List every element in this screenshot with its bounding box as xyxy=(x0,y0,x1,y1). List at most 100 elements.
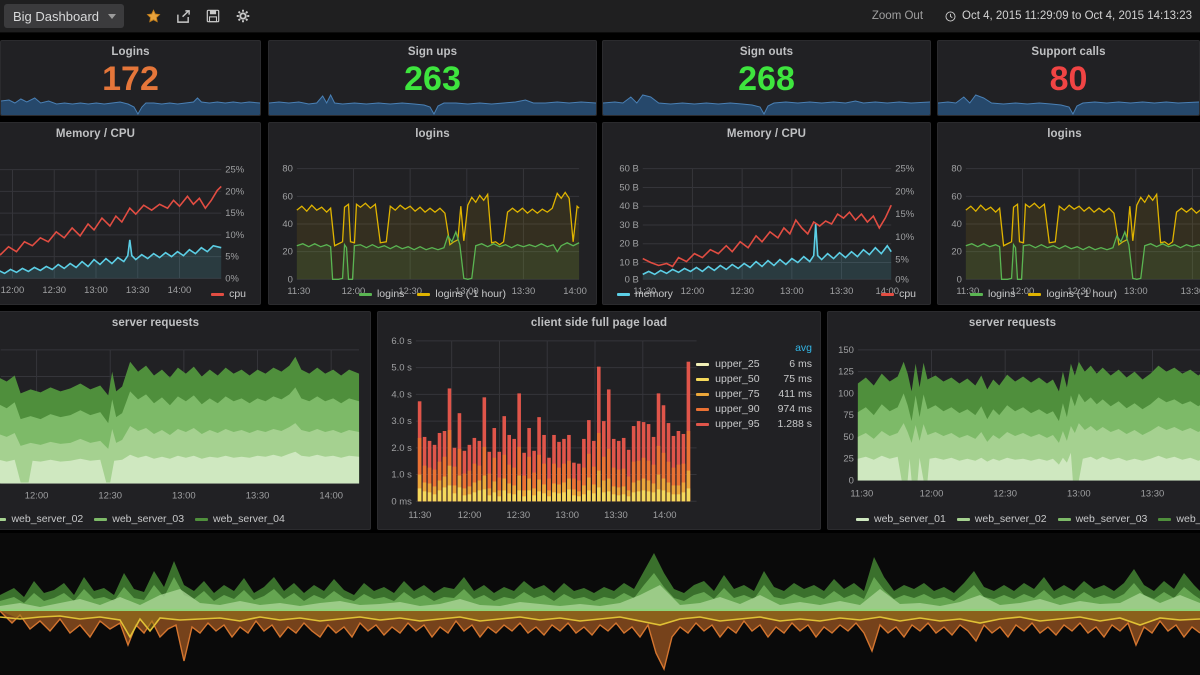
save-icon[interactable] xyxy=(198,0,228,33)
legend-item[interactable]: upper_25 6 ms xyxy=(696,357,812,372)
nav-icon-group xyxy=(138,0,258,33)
svg-text:25: 25 xyxy=(843,453,854,464)
panel-server-requests-right[interactable]: server requests 150125 10075 5025 0 11:3… xyxy=(827,311,1200,530)
legend-swatch xyxy=(0,518,6,521)
legend-item[interactable]: logins (-1 hour) xyxy=(1028,288,1117,300)
legend-swatch xyxy=(211,293,224,296)
legend-item[interactable]: upper_75 411 ms xyxy=(696,387,812,402)
stat-value: 268 xyxy=(603,60,930,98)
legend-label: logins xyxy=(988,288,1015,300)
legend-item[interactable]: upper_90 974 ms xyxy=(696,402,812,417)
legend-item[interactable]: web_server_04 xyxy=(195,513,285,525)
legend-label: upper_95 xyxy=(715,418,759,430)
svg-text:0%: 0% xyxy=(895,273,909,284)
legend-item[interactable]: upper_50 75 ms xyxy=(696,372,812,387)
svg-text:5%: 5% xyxy=(225,251,239,262)
share-icon[interactable] xyxy=(168,0,198,33)
svg-text:10%: 10% xyxy=(225,229,245,240)
legend-server-requests-left: erver_01 web_server_02 web_server_03 web… xyxy=(0,513,370,525)
gear-icon[interactable] xyxy=(228,0,258,33)
panel-logins-2[interactable]: logins 8060 4020 0 11:3012:00 12:3013:00… xyxy=(268,122,597,305)
panel-memory-cpu-3[interactable]: Memory / CPU 60 B50 B 40 B30 B 20 B10 B … xyxy=(602,122,931,305)
stat-value: 263 xyxy=(269,60,596,98)
graph-memory-cpu-left: 25%20% 15%10% 5%0% 12:0012:30 13:0013:30… xyxy=(0,143,260,304)
legend-item[interactable]: memory xyxy=(617,288,673,300)
svg-text:20: 20 xyxy=(282,246,293,257)
stat-panel-logins[interactable]: Logins 172 xyxy=(0,40,261,116)
svg-text:0 B: 0 B xyxy=(625,273,639,284)
time-range-picker[interactable]: Oct 4, 2015 11:29:09 to Oct 4, 2015 14:1… xyxy=(945,10,1192,22)
legend-swatch xyxy=(195,518,208,521)
legend-label: logins (-1 hour) xyxy=(435,288,506,300)
legend-item[interactable]: cpu xyxy=(211,288,246,300)
legend-value: 1.288 s xyxy=(778,417,812,432)
legend-label: memory xyxy=(635,288,673,300)
svg-text:80: 80 xyxy=(951,163,962,174)
legend-item[interactable]: cpu xyxy=(881,288,916,300)
svg-text:3.0 s: 3.0 s xyxy=(391,415,412,426)
panel-memory-cpu-left[interactable]: Memory / CPU 25%20% 15%10% 5%0% 12:0012:… xyxy=(0,122,261,305)
svg-text:60: 60 xyxy=(282,190,293,201)
legend-item[interactable]: web_server_03 xyxy=(1058,513,1148,525)
svg-text:15%: 15% xyxy=(225,207,245,218)
svg-text:12:00: 12:00 xyxy=(25,489,49,500)
legend-item[interactable]: web_server_04 xyxy=(1158,513,1200,525)
graph-logins-4: 8060 4020 0 11:3012:00 12:3013:00 13:30 xyxy=(938,143,1200,304)
dashboard-title-button[interactable]: Big Dashboard xyxy=(4,4,124,28)
svg-text:30 B: 30 B xyxy=(619,219,638,230)
panel-title: server requests xyxy=(0,312,370,329)
svg-text:13:30: 13:30 xyxy=(1141,487,1165,498)
legend-swatch xyxy=(359,293,372,296)
svg-text:5%: 5% xyxy=(895,254,909,265)
star-icon[interactable] xyxy=(138,0,168,33)
panel-title: Support calls xyxy=(938,41,1199,58)
panel-server-requests-left[interactable]: server requests 12:0012:30 13:0013:30 14… xyxy=(0,311,371,530)
legend-logins-4: logins logins (-1 hour) xyxy=(938,288,1200,300)
svg-text:12:30: 12:30 xyxy=(98,489,122,500)
svg-text:11:30: 11:30 xyxy=(408,509,431,520)
svg-text:100: 100 xyxy=(838,387,854,398)
svg-text:0 ms: 0 ms xyxy=(391,495,412,506)
svg-text:25%: 25% xyxy=(895,163,915,174)
legend-swatch xyxy=(856,518,869,521)
svg-text:13:00: 13:00 xyxy=(172,489,196,500)
panel-logins-4[interactable]: logins 8060 4020 0 11:3012:00 12:3013:00… xyxy=(937,122,1200,305)
graph-server-requests-left: 12:0012:30 13:0013:30 14:00 xyxy=(0,332,370,529)
legend-value: 411 ms xyxy=(778,387,812,402)
legend-swatch xyxy=(696,378,709,381)
svg-text:50: 50 xyxy=(843,431,854,442)
svg-text:13:00: 13:00 xyxy=(1067,487,1091,498)
legend-item[interactable]: logins xyxy=(359,288,404,300)
legend-swatch xyxy=(696,363,709,366)
legend-label: upper_90 xyxy=(715,403,759,415)
panel-title: Memory / CPU xyxy=(0,123,260,140)
stat-panel-sign-ups[interactable]: Sign ups 263 xyxy=(268,40,597,116)
legend-column-header: avg xyxy=(778,340,812,357)
clock-icon xyxy=(945,11,956,22)
legend-item[interactable]: web_server_01 xyxy=(856,513,946,525)
legend-item[interactable]: upper_95 1.288 s xyxy=(696,417,812,432)
stat-panel-support-calls[interactable]: Support calls 80 xyxy=(937,40,1200,116)
legend-item[interactable]: logins (-1 hour) xyxy=(417,288,506,300)
legend-item[interactable]: logins xyxy=(970,288,1015,300)
legend-swatch xyxy=(881,293,894,296)
svg-text:20: 20 xyxy=(951,246,962,257)
legend-item[interactable]: web_server_02 xyxy=(0,513,83,525)
legend-label: upper_50 xyxy=(715,373,759,385)
stat-panel-sign-outs[interactable]: Sign outs 268 xyxy=(602,40,931,116)
legend-value: 75 ms xyxy=(778,372,812,387)
panel-title: logins xyxy=(269,123,596,140)
panel-client-side-full-page-load[interactable]: client side full page load xyxy=(377,311,821,530)
legend-client-side-full-page-load: avg upper_25 6 ms upper_50 75 ms upper_7… xyxy=(696,340,812,432)
svg-text:12:00: 12:00 xyxy=(920,487,944,498)
legend-memory-cpu-left: ry cpu xyxy=(0,288,260,300)
legend-item[interactable]: web_server_03 xyxy=(94,513,184,525)
legend-value: 6 ms xyxy=(778,357,812,372)
panel-title: server requests xyxy=(828,312,1200,329)
legend-swatch xyxy=(417,293,430,296)
legend-item[interactable]: web_server_02 xyxy=(957,513,1047,525)
panel-title: logins xyxy=(938,123,1200,140)
panel-bottom-wide-graph[interactable] xyxy=(0,533,1200,675)
zoom-out-button[interactable]: Zoom Out xyxy=(872,10,923,22)
svg-text:40: 40 xyxy=(282,218,293,229)
